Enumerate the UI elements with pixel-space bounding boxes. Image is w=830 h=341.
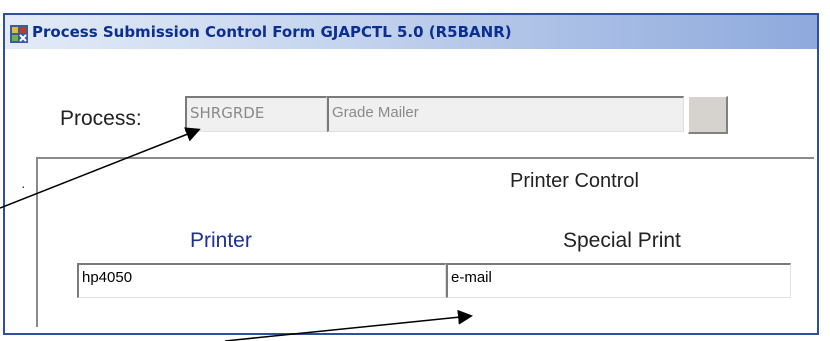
special-print-input[interactable]: e-mail [446, 263, 791, 298]
printer-column-label: Printer [190, 229, 252, 252]
special-print-column-label: Special Print [563, 229, 681, 252]
dot-marker: · [21, 178, 26, 194]
section-divider [38, 157, 814, 159]
printer-input[interactable]: hp4050 [77, 263, 446, 298]
process-code-field[interactable]: SHRGRDE [185, 96, 327, 132]
list-of-values-button[interactable] [688, 96, 728, 134]
app-form-icon [10, 25, 28, 43]
process-description-field[interactable]: Grade Mailer [327, 96, 684, 132]
printer-control-heading: Printer Control [510, 170, 639, 192]
process-label: Process: [60, 107, 142, 130]
window-title: Process Submission Control Form GJAPCTL … [32, 23, 512, 41]
title-bar: Process Submission Control Form GJAPCTL … [5, 15, 817, 49]
section-border [36, 157, 38, 327]
